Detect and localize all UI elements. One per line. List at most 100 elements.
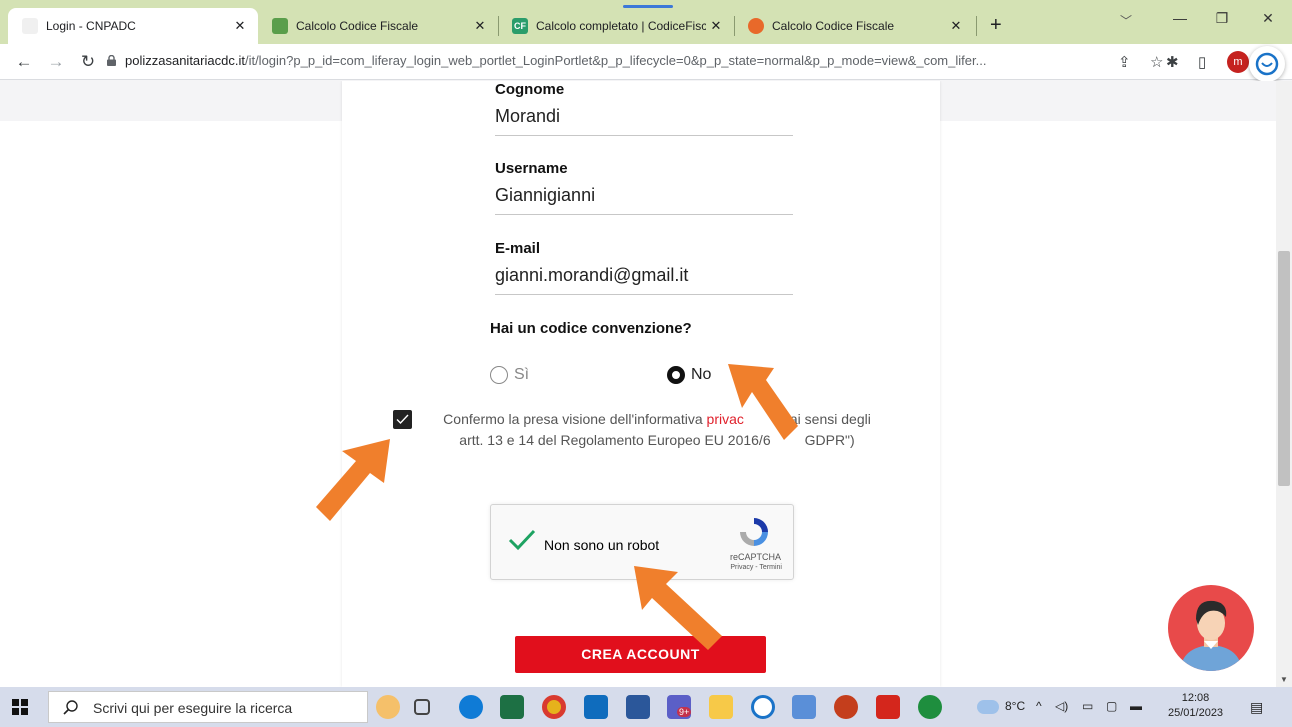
close-window-icon[interactable]: ✕: [1258, 10, 1278, 27]
clock-date: 25/01/2023: [1168, 707, 1224, 719]
tab-calcolo-codice-fiscale[interactable]: Calcolo Codice Fiscale ✕: [258, 8, 498, 44]
forward-icon[interactable]: →: [46, 52, 66, 72]
annotation-arrow-icon: [634, 566, 722, 650]
annotation-arrow-icon: [728, 364, 798, 440]
captcha-terms-link[interactable]: Privacy - Termini: [730, 564, 782, 571]
back-icon[interactable]: ←: [14, 52, 34, 72]
minimize-icon[interactable]: —: [1170, 10, 1190, 26]
acrobat-icon[interactable]: [876, 695, 900, 719]
radio-no[interactable]: No: [667, 366, 711, 384]
convention-question: Hai un codice convenzione?: [490, 320, 692, 337]
browser-tab-strip: Login - CNPADC ✕ Calcolo Codice Fiscale …: [0, 0, 1292, 44]
powerpoint-icon[interactable]: [834, 695, 858, 719]
calendar-icon: [272, 18, 288, 34]
tab-title: Calcolo Codice Fiscale: [772, 19, 895, 33]
edge-icon[interactable]: [459, 695, 483, 719]
recaptcha-icon: [740, 518, 768, 546]
battery-icon[interactable]: ▬: [1130, 699, 1142, 713]
tab-title: Calcolo completato | CodiceFisca: [536, 19, 706, 33]
task-view-icon[interactable]: [414, 699, 430, 715]
teams-badge: 9+: [677, 707, 692, 717]
word-icon[interactable]: [626, 695, 650, 719]
vertical-scrollbar[interactable]: ▼: [1276, 81, 1292, 687]
chat-assistant-avatar[interactable]: [1168, 585, 1254, 671]
tab-calcolo-completato[interactable]: CF Calcolo completato | CodiceFisca ✕: [498, 8, 734, 44]
radio-no-label: No: [691, 366, 712, 383]
surname-field[interactable]: Cognome Morandi: [495, 81, 793, 136]
windows-start-icon[interactable]: [12, 699, 28, 715]
profile-avatar[interactable]: m: [1227, 51, 1249, 73]
close-icon[interactable]: ✕: [706, 18, 726, 34]
radio-yes[interactable]: Sì: [490, 366, 529, 384]
outlook-icon[interactable]: [584, 695, 608, 719]
consent-text-part: artt. 13 e 14 del Regolamento Europeo EU…: [459, 432, 771, 448]
captcha-label: Non sono un robot: [544, 537, 660, 553]
extensions-icon[interactable]: ✱: [1166, 53, 1179, 71]
captcha-brand: reCAPTCHA: [729, 552, 781, 562]
display-icon[interactable]: ▢: [1106, 699, 1117, 713]
network-icon[interactable]: ▭: [1082, 699, 1093, 713]
email-field[interactable]: E-mail gianni.morandi@gmail.it: [495, 240, 793, 295]
consent-text: Confermo la presa visione dell'informati…: [422, 409, 892, 451]
close-icon[interactable]: ✕: [230, 18, 250, 34]
sidepanel-icon[interactable]: ▯: [1198, 53, 1206, 71]
tab-title: Calcolo Codice Fiscale: [296, 19, 419, 33]
radio-button-selected[interactable]: [667, 366, 685, 384]
close-icon[interactable]: ✕: [946, 18, 966, 34]
tab-calcolo-codice-fiscale-2[interactable]: Calcolo Codice Fiscale ✕: [734, 8, 974, 44]
url-path: /it/login?p_p_id=com_liferay_login_web_p…: [244, 53, 987, 68]
page-viewport: Cognome Morandi Username Giannigianni E-…: [0, 81, 1276, 687]
radio-yes-label: Sì: [514, 366, 530, 383]
windows-taskbar: Scrivi qui per eseguire la ricerca 9+ 8°…: [0, 687, 1292, 727]
chat-app-icon[interactable]: [751, 695, 775, 719]
volume-icon[interactable]: ◁): [1055, 699, 1068, 713]
tab-separator: [976, 16, 977, 36]
star-icon[interactable]: ☆: [1150, 53, 1163, 71]
close-icon[interactable]: ✕: [470, 18, 490, 34]
consent-checkbox[interactable]: [393, 410, 412, 429]
username-field[interactable]: Username Giannigianni: [495, 160, 793, 215]
cf-icon: CF: [512, 18, 528, 34]
chrome-icon[interactable]: [542, 695, 566, 719]
radio-button[interactable]: [490, 366, 508, 384]
checkmark-icon: [396, 414, 409, 425]
search-highlight-icon[interactable]: [376, 695, 400, 719]
consent-text-part: Confermo la presa visione dell'informati…: [443, 411, 707, 427]
tab-login-cnpadc[interactable]: Login - CNPADC ✕: [8, 8, 258, 44]
email-label: E-mail: [495, 240, 541, 257]
taskbar-clock[interactable]: 12:08 25/01/2023: [1168, 691, 1223, 721]
circle-icon: [748, 18, 764, 34]
search-placeholder: Scrivi qui per eseguire la ricerca: [93, 700, 293, 716]
chevron-up-icon[interactable]: ^: [1036, 699, 1042, 713]
taskbar-search[interactable]: Scrivi qui per eseguire la ricerca: [48, 691, 368, 723]
lock-icon[interactable]: [107, 55, 116, 66]
file-explorer-icon[interactable]: [709, 695, 733, 719]
email-input[interactable]: gianni.morandi@gmail.it: [495, 265, 793, 294]
surname-input[interactable]: Morandi: [495, 106, 793, 135]
teams-icon[interactable]: 9+: [667, 695, 692, 719]
username-label: Username: [495, 160, 568, 177]
notification-icon[interactable]: ▤: [1250, 699, 1263, 716]
annotation-arrow-icon: [316, 439, 390, 521]
chrome-profile-icon[interactable]: [918, 695, 942, 719]
surname-label: Cognome: [495, 81, 565, 98]
new-tab-button[interactable]: +: [990, 14, 1002, 37]
scroll-down-icon[interactable]: ▼: [1280, 675, 1288, 684]
address-bar[interactable]: polizzasanitariacdc.it/it/login?p_p_id=c…: [125, 53, 986, 68]
weather-icon[interactable]: [977, 700, 999, 714]
tab-title: Login - CNPADC: [46, 19, 136, 33]
chevron-down-icon[interactable]: ﹀: [1120, 12, 1132, 29]
checkmark-icon[interactable]: [508, 529, 536, 551]
share-icon[interactable]: ⇪: [1118, 53, 1131, 71]
weather-temp[interactable]: 8°C: [1005, 699, 1025, 713]
clock-time: 12:08: [1181, 692, 1210, 704]
chat-extension-icon[interactable]: [1249, 46, 1285, 82]
browser-toolbar: ← → ↻ polizzasanitariacdc.it/it/login?p_…: [0, 44, 1292, 80]
username-input[interactable]: Giannigianni: [495, 185, 793, 214]
notes-icon[interactable]: [792, 695, 816, 719]
reload-icon[interactable]: ↻: [78, 52, 98, 72]
excel-icon[interactable]: [500, 695, 524, 719]
page-icon: [22, 18, 38, 34]
scrollbar-thumb[interactable]: [1278, 251, 1290, 486]
restore-icon[interactable]: ❐: [1212, 10, 1232, 27]
